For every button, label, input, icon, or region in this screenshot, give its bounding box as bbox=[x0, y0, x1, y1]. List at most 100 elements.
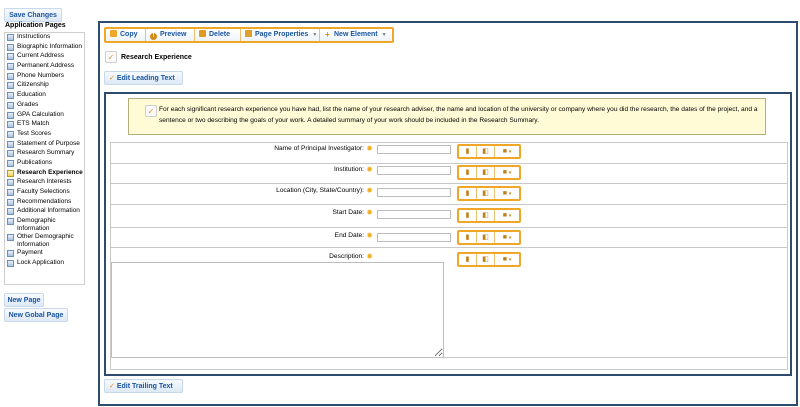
copy-icon[interactable]: ◧ bbox=[477, 232, 496, 243]
page-icon bbox=[7, 34, 14, 41]
sidebar-page-item[interactable]: Biographic Information bbox=[5, 43, 84, 53]
copy-icon[interactable]: ◧ bbox=[477, 188, 496, 199]
sidebar-page-label: Research Summary bbox=[17, 149, 75, 157]
sidebar-page-item[interactable]: Test Scores bbox=[5, 130, 84, 140]
page-icon bbox=[7, 53, 14, 61]
properties-dropdown[interactable]: ■ ▾ bbox=[495, 232, 519, 243]
sidebar-page-item[interactable]: Research Interests bbox=[5, 178, 84, 188]
trash-icon[interactable]: ▮ bbox=[459, 210, 478, 221]
field-row: Institution: ✹ bbox=[111, 163, 787, 183]
trash-icon[interactable]: ▮ bbox=[459, 146, 478, 157]
edit-leading-text-button[interactable]: ✓ Edit Leading Text bbox=[104, 71, 183, 85]
page-icon bbox=[7, 63, 14, 71]
new-element-dropdown[interactable]: + New Element ▼ bbox=[320, 29, 392, 41]
sidebar-page-item[interactable]: Recommendations bbox=[5, 198, 84, 208]
chevron-down-icon: ▼ bbox=[312, 32, 318, 38]
field-table: Name of Principal Investigator: ✹ Institu… bbox=[110, 142, 788, 358]
location-input[interactable] bbox=[377, 188, 451, 197]
sidebar-page-item[interactable]: GPA Calculation bbox=[5, 111, 84, 121]
sidebar-page-label: Research Experience bbox=[17, 168, 83, 176]
pencil-icon: ✓ bbox=[109, 75, 115, 82]
copy-icon[interactable]: ◧ bbox=[477, 254, 496, 265]
page-icon bbox=[7, 179, 14, 187]
editor-toolbar: Copy ! Preview Delete Page Properties ▼ + N… bbox=[104, 27, 394, 43]
sidebar-page-item[interactable]: Research Experience bbox=[5, 169, 84, 179]
start-date-input[interactable] bbox=[377, 210, 451, 219]
sidebar-page-item[interactable]: Phone Numbers bbox=[5, 72, 84, 82]
field-label: Description: ✹ bbox=[329, 252, 373, 261]
sidebar-page-label: Biographic Information bbox=[17, 42, 83, 50]
sidebar-page-item[interactable]: Statement of Purpose bbox=[5, 140, 84, 150]
preview-icon: ! bbox=[150, 33, 157, 40]
field-tools: ▮ ◧ ■ ▾ bbox=[457, 186, 521, 201]
page-icon bbox=[7, 101, 14, 109]
trash-icon[interactable]: ▮ bbox=[459, 232, 478, 243]
plus-icon: + bbox=[325, 30, 330, 39]
page-icon bbox=[7, 189, 14, 196]
field-row: End Date: ✹ bbox=[111, 227, 787, 247]
sidebar-page-item[interactable]: Permanent Address bbox=[5, 62, 84, 72]
properties-dropdown[interactable]: ■ ▾ bbox=[495, 210, 519, 221]
sidebar-page-item[interactable]: Additional Information bbox=[5, 207, 84, 217]
field-tools: ▮ ◧ ■ ▾ bbox=[457, 208, 521, 223]
sidebar-page-label: Research Interests bbox=[17, 178, 72, 186]
properties-dropdown[interactable]: ■ ▾ bbox=[495, 188, 519, 199]
field-tools: ▮ ◧ ■ ▾ bbox=[457, 165, 521, 180]
page-icon bbox=[7, 92, 14, 100]
sidebar-page-item[interactable]: ETS Match bbox=[5, 120, 84, 130]
trash-icon[interactable]: ▮ bbox=[459, 254, 478, 265]
sidebar-page-label: ETS Match bbox=[17, 120, 50, 128]
sidebar-page-label: Phone Numbers bbox=[17, 71, 64, 79]
instruction-note: ✓ For each significant research experien… bbox=[128, 98, 766, 135]
page-properties-dropdown[interactable]: Page Properties ▼ bbox=[241, 29, 320, 41]
sun-icon: ✹ bbox=[366, 144, 373, 153]
sidebar-page-label: Statement of Purpose bbox=[17, 139, 80, 147]
sidebar-page-label: Education bbox=[17, 91, 46, 99]
copy-button[interactable]: Copy bbox=[106, 29, 146, 41]
sidebar-page-item[interactable]: Current Address bbox=[5, 52, 84, 62]
properties-dropdown[interactable]: ■ ▾ bbox=[495, 254, 519, 265]
sidebar-page-item[interactable]: Faculty Selections bbox=[5, 188, 84, 198]
copy-label: Copy bbox=[120, 31, 138, 38]
field-label: Name of Principal Investigator: ✹ bbox=[274, 144, 373, 153]
delete-button[interactable]: Delete bbox=[195, 29, 241, 41]
save-changes-button[interactable]: Save Changes bbox=[4, 8, 62, 22]
new-global-page-button[interactable]: New Gobal Page bbox=[4, 308, 68, 322]
sidebar-page-item[interactable]: Publications bbox=[5, 159, 84, 169]
page-list[interactable]: Instructions Biographic Information Curren… bbox=[4, 32, 85, 285]
institution-input[interactable] bbox=[377, 166, 451, 175]
properties-dropdown[interactable]: ■ ▾ bbox=[495, 167, 519, 178]
copy-icon[interactable]: ◧ bbox=[477, 210, 496, 221]
properties-dropdown[interactable]: ■ ▾ bbox=[495, 146, 519, 157]
preview-button[interactable]: ! Preview bbox=[146, 29, 195, 41]
sidebar-page-item[interactable]: Citizenship bbox=[5, 81, 84, 91]
field-label: End Date: ✹ bbox=[334, 231, 373, 240]
copy-icon[interactable]: ◧ bbox=[477, 146, 496, 157]
page-visible-checkbox[interactable]: ✓ bbox=[105, 51, 117, 63]
trash-icon bbox=[199, 30, 206, 37]
new-page-button[interactable]: New Page bbox=[4, 293, 44, 307]
sidebar-page-item[interactable]: Grades bbox=[5, 101, 84, 111]
sun-icon: ✹ bbox=[366, 231, 373, 240]
trash-icon[interactable]: ▮ bbox=[459, 167, 478, 178]
description-textarea[interactable] bbox=[111, 262, 444, 358]
sidebar-page-item[interactable]: Instructions bbox=[5, 33, 84, 43]
field-tools: ▮ ◧ ■ ▾ bbox=[457, 144, 521, 159]
sidebar-page-item[interactable]: Demographic Information bbox=[5, 217, 84, 233]
copy-icon[interactable]: ◧ bbox=[477, 167, 496, 178]
edit-leading-label: Edit Leading Text bbox=[116, 75, 175, 82]
edit-trailing-text-button[interactable]: ✓ Edit Trailing Text bbox=[104, 379, 183, 393]
application-pages-title: Application Pages bbox=[5, 22, 66, 29]
note-checkbox[interactable]: ✓ bbox=[145, 105, 157, 117]
trash-icon[interactable]: ▮ bbox=[459, 188, 478, 199]
sidebar-page-item[interactable]: Other Demographic Information bbox=[5, 233, 84, 249]
sidebar-page-label: Payment bbox=[17, 249, 43, 257]
page-icon bbox=[7, 150, 14, 158]
field-row: Description: ✹ bbox=[111, 247, 787, 359]
sidebar-page-item[interactable]: Payment bbox=[5, 249, 84, 259]
sidebar-page-item[interactable]: Research Summary bbox=[5, 149, 84, 159]
end-date-input[interactable] bbox=[377, 233, 451, 242]
sidebar-page-item[interactable]: Education bbox=[5, 91, 84, 101]
sidebar-page-item[interactable]: Lock Application bbox=[5, 259, 84, 269]
principal-investigator-input[interactable] bbox=[377, 145, 451, 154]
